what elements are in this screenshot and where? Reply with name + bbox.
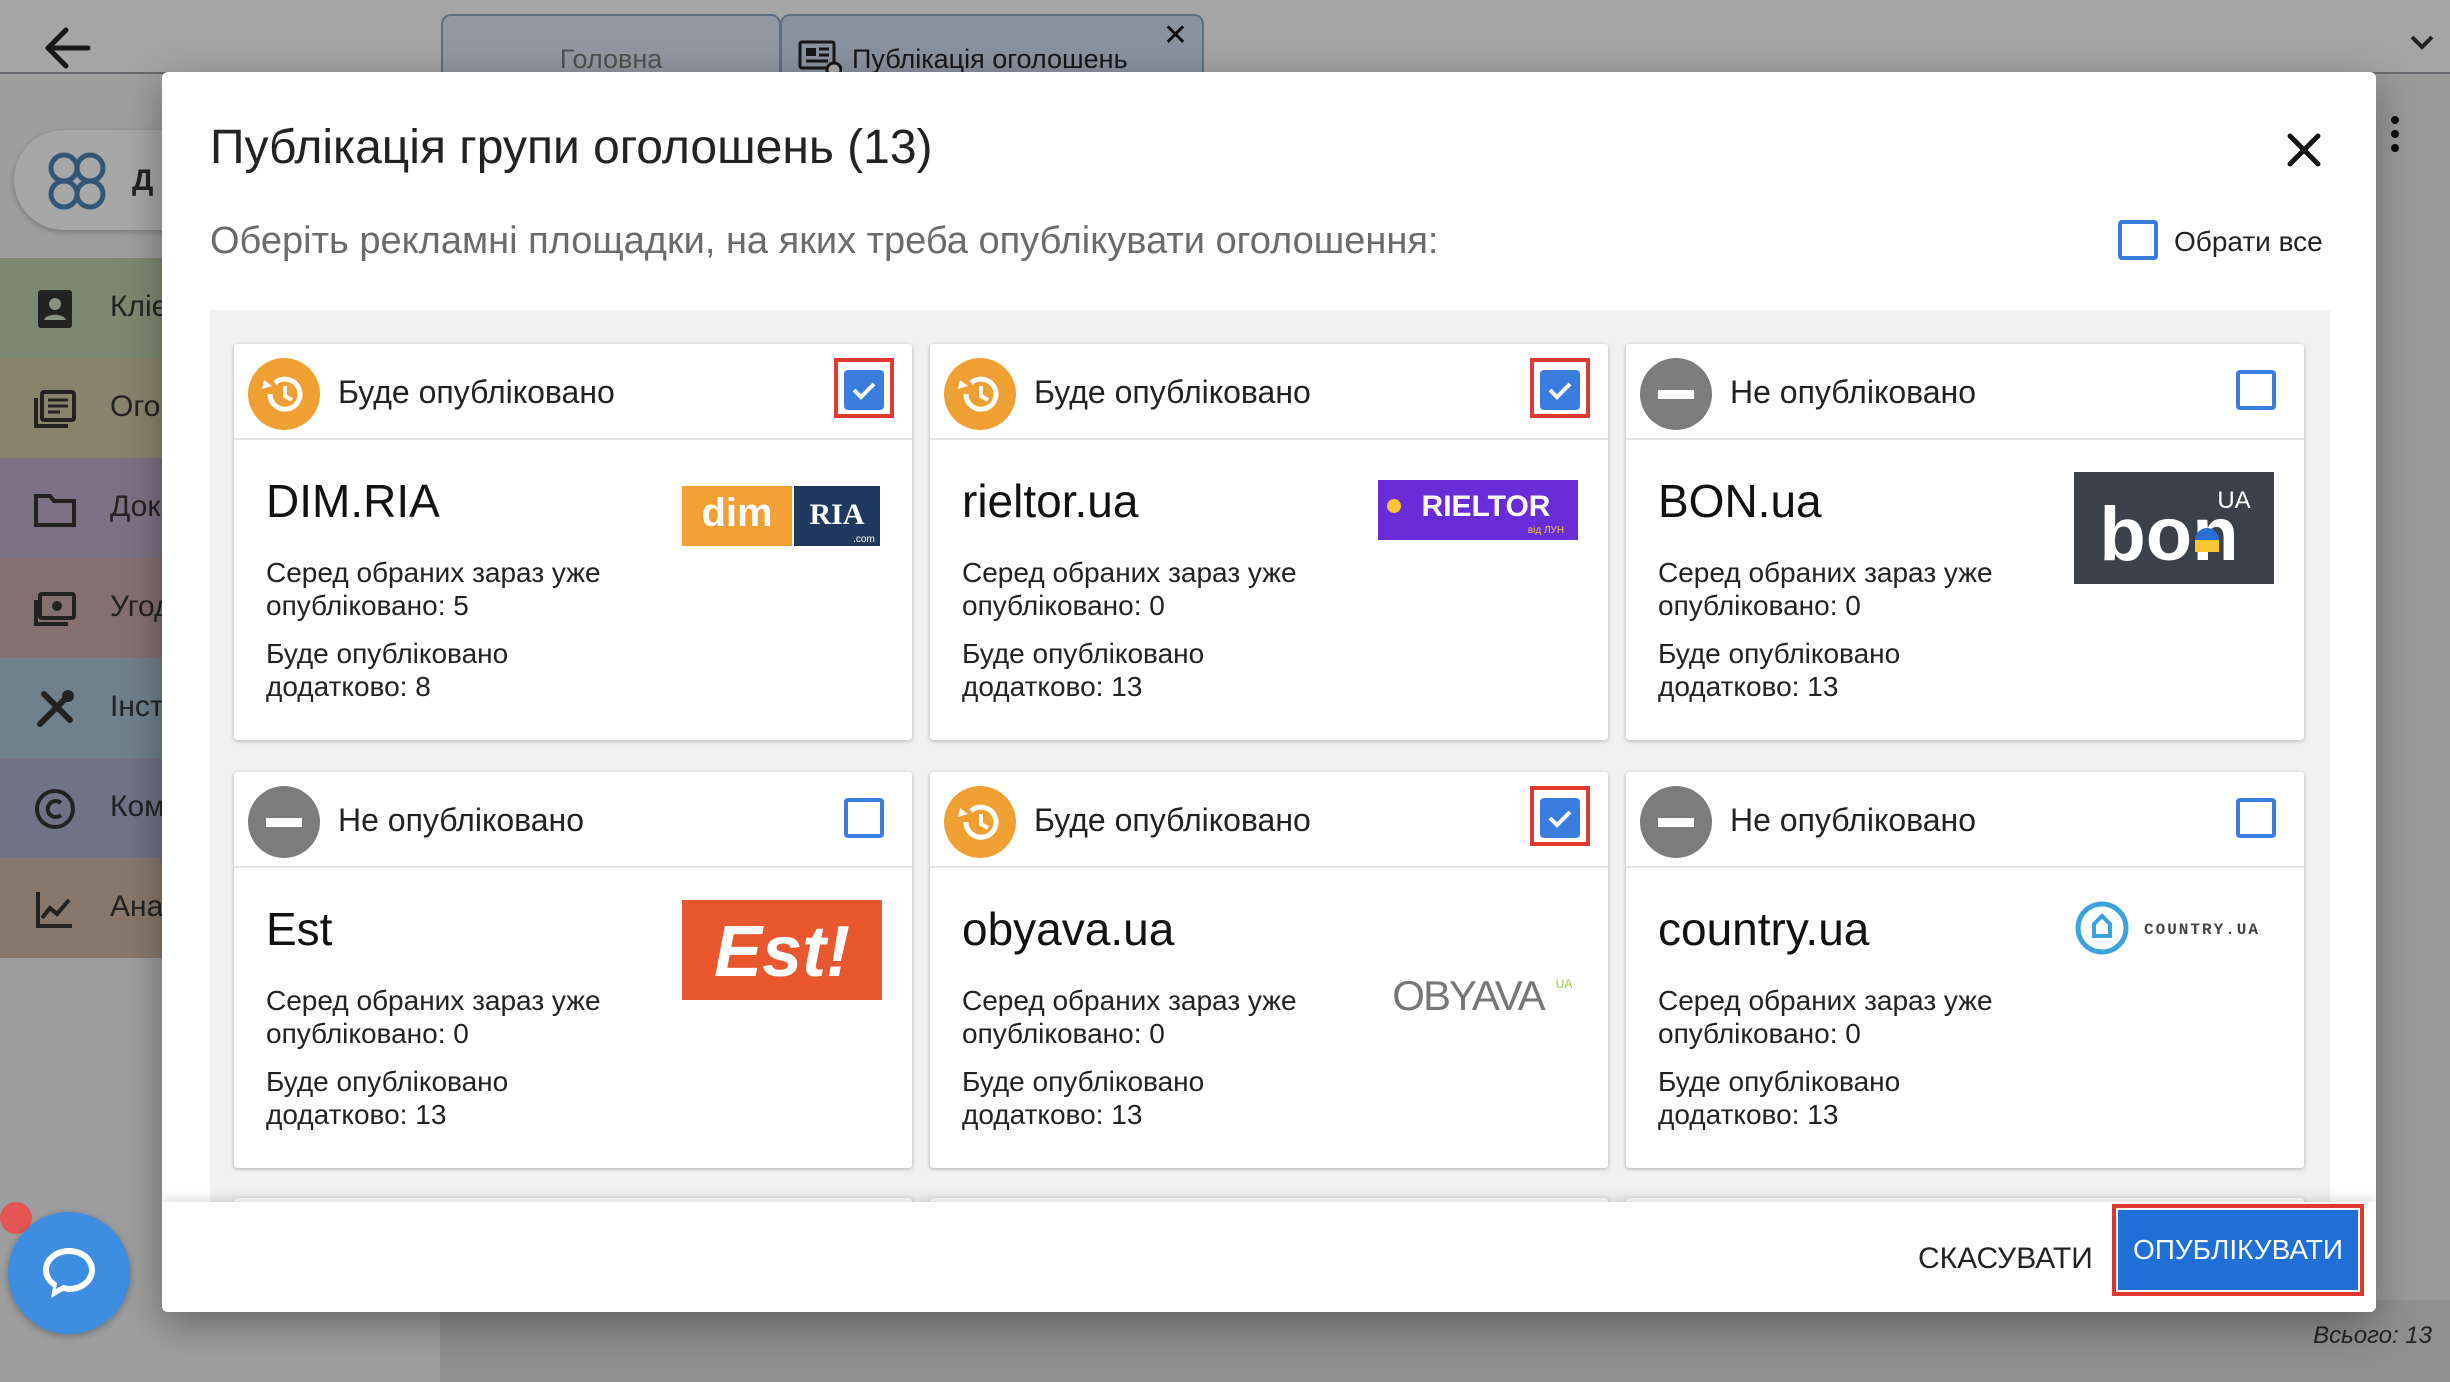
additional-count-value: додатково: 8 [266, 671, 431, 702]
published-count-value: опубліковано: 0 [1658, 590, 1861, 621]
bon-logo: bon UA [2074, 472, 2274, 584]
card-header: Буде опубліковано [930, 772, 1608, 868]
card-header: Буде опубліковано [930, 344, 1608, 440]
additional-count-label: Буде опубліковано [266, 638, 509, 669]
publish-button[interactable]: ОПУБЛІКУВАТИ [2112, 1204, 2364, 1296]
svg-text:від ЛУН: від ЛУН [1528, 525, 1564, 536]
published-count-label: Серед обраних зараз уже [1658, 985, 1993, 1016]
published-count-label: Серед обраних зараз уже [266, 985, 601, 1016]
est-logo: Est! [682, 900, 882, 1008]
additional-count-label: Буде опубліковано [962, 1066, 1205, 1097]
close-icon[interactable] [2282, 128, 2326, 172]
platform-name: rieltor.ua [962, 475, 1139, 527]
svg-text:Est!: Est! [714, 912, 850, 992]
additional-count-label: Буде опубліковано [962, 638, 1205, 669]
status-label: Будe опубліковано [338, 374, 615, 410]
status-label: Буде опубліковано [1034, 802, 1311, 838]
publish-dialog: Публікація групи оголошень (13) Оберіть … [162, 72, 2376, 1312]
published-count-value: опубліковано: 0 [1658, 1018, 1861, 1049]
additional-count-value: додатково: 13 [1658, 1099, 1839, 1130]
platform-name: obyava.ua [962, 903, 1175, 955]
published-count-label: Серед обраних зараз уже [962, 557, 1297, 588]
platform-card-rieltor: Буде опубліковано rieltor.ua Серед обран… [930, 344, 1608, 740]
platform-checkbox[interactable] [844, 798, 884, 838]
platform-checkbox[interactable] [2236, 370, 2276, 410]
published-count-value: опубліковано: 0 [266, 1018, 469, 1049]
additional-count-value: додатково: 13 [962, 1099, 1143, 1130]
svg-text:RIELTOR: RIELTOR [1422, 490, 1551, 523]
status-label: Не опубліковано [1730, 802, 1977, 838]
history-icon [248, 358, 320, 430]
card-header: Не опубліковано [1626, 344, 2304, 440]
chat-icon [43, 1248, 95, 1298]
status-label: Не опубліковано [1730, 374, 1977, 410]
select-all-label: Обрати все [2174, 226, 2323, 257]
dimria-logo: dim RIA .com [682, 472, 882, 580]
svg-text:dim: dim [701, 491, 772, 535]
svg-text:.com: .com [853, 534, 875, 545]
card-header: Будe опубліковано [234, 344, 912, 440]
platform-card-obyava: Буде опубліковано obyava.ua Серед обрани… [930, 772, 1608, 1168]
platform-name: BON.ua [1658, 475, 1822, 527]
additional-count-value: додатково: 13 [1658, 671, 1839, 702]
platform-grid: Будe опубліковано DIM.RIA Серед обраних … [210, 310, 2330, 1280]
platform-name: Est [266, 903, 333, 955]
country-logo: COUNTRY.UA [2074, 892, 2274, 1000]
minus-circle-icon [1640, 786, 1712, 858]
svg-text:UA: UA [2217, 487, 2250, 514]
published-count-value: опубліковано: 5 [266, 590, 469, 621]
published-count-value: опубліковано: 0 [962, 590, 1165, 621]
published-count-label: Серед обраних зараз уже [962, 985, 1297, 1016]
published-count-label: Серед обраних зараз уже [266, 557, 601, 588]
svg-text:COUNTRY.UA: COUNTRY.UA [2144, 921, 2260, 939]
card-header: Не опубліковано [234, 772, 912, 868]
additional-count-value: додатково: 13 [266, 1099, 447, 1130]
additional-count-label: Буде опубліковано [1658, 638, 1901, 669]
dialog-footer: СКАСУВАТИ ОПУБЛІКУВАТИ [162, 1202, 2376, 1312]
additional-count-label: Буде опубліковано [266, 1066, 509, 1097]
platform-card-country: Не опубліковано country.ua Серед обраних… [1626, 772, 2304, 1168]
checkbox-icon[interactable] [2118, 220, 2158, 260]
published-count-value: опубліковано: 0 [962, 1018, 1165, 1049]
obyava-logo: OBYAVA UA [1378, 968, 1578, 1076]
checkbox-highlight [1530, 786, 1590, 846]
svg-text:RIA: RIA [809, 498, 864, 531]
status-label: Буде опубліковано [1034, 374, 1311, 410]
minus-circle-icon [248, 786, 320, 858]
additional-count-label: Буде опубліковано [1658, 1066, 1901, 1097]
checkbox-highlight [834, 358, 894, 418]
rieltor-logo: RIELTOR від ЛУН [1378, 472, 1578, 580]
svg-text:OBYAVA: OBYAVA [1392, 972, 1545, 1019]
cancel-button[interactable]: СКАСУВАТИ [1918, 1242, 2093, 1276]
status-label: Не опубліковано [338, 802, 585, 838]
card-header: Не опубліковано [1626, 772, 2304, 868]
select-all-checkbox[interactable]: Обрати все [2118, 220, 2323, 264]
published-count-label: Серед обраних зараз уже [1658, 557, 1993, 588]
platform-name: DIM.RIA [266, 475, 440, 527]
platform-card-bon: Не опубліковано BON.ua Серед обраних зар… [1626, 344, 2304, 740]
history-icon [944, 358, 1016, 430]
checkbox-highlight [1530, 358, 1590, 418]
platform-card-est: Не опубліковано Est Серед обраних зараз … [234, 772, 912, 1168]
additional-count-value: додатково: 13 [962, 671, 1143, 702]
history-icon [944, 786, 1016, 858]
platform-name: country.ua [1658, 903, 1870, 955]
platform-card-dimria: Будe опубліковано DIM.RIA Серед обраних … [234, 344, 912, 740]
chat-button[interactable] [8, 1212, 130, 1334]
platform-checkbox[interactable] [2236, 798, 2276, 838]
minus-circle-icon [1640, 358, 1712, 430]
dialog-title: Публікація групи оголошень (13) [210, 121, 933, 174]
dialog-subtitle: Оберіть рекламні площадки, на яких треба… [210, 220, 1439, 262]
svg-text:UA: UA [1556, 977, 1573, 991]
